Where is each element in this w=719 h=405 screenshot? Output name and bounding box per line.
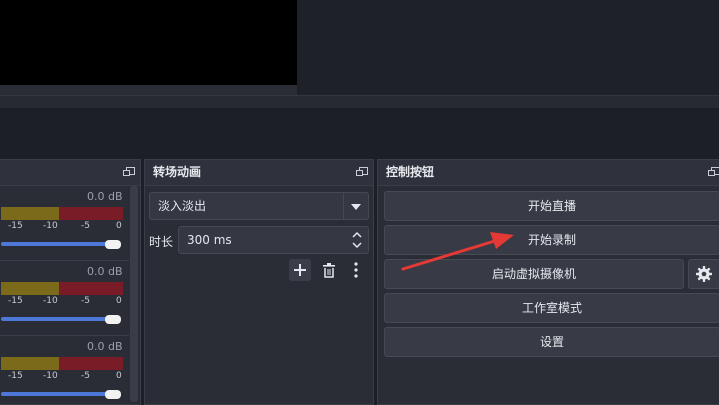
annotation-arrow	[401, 232, 514, 271]
